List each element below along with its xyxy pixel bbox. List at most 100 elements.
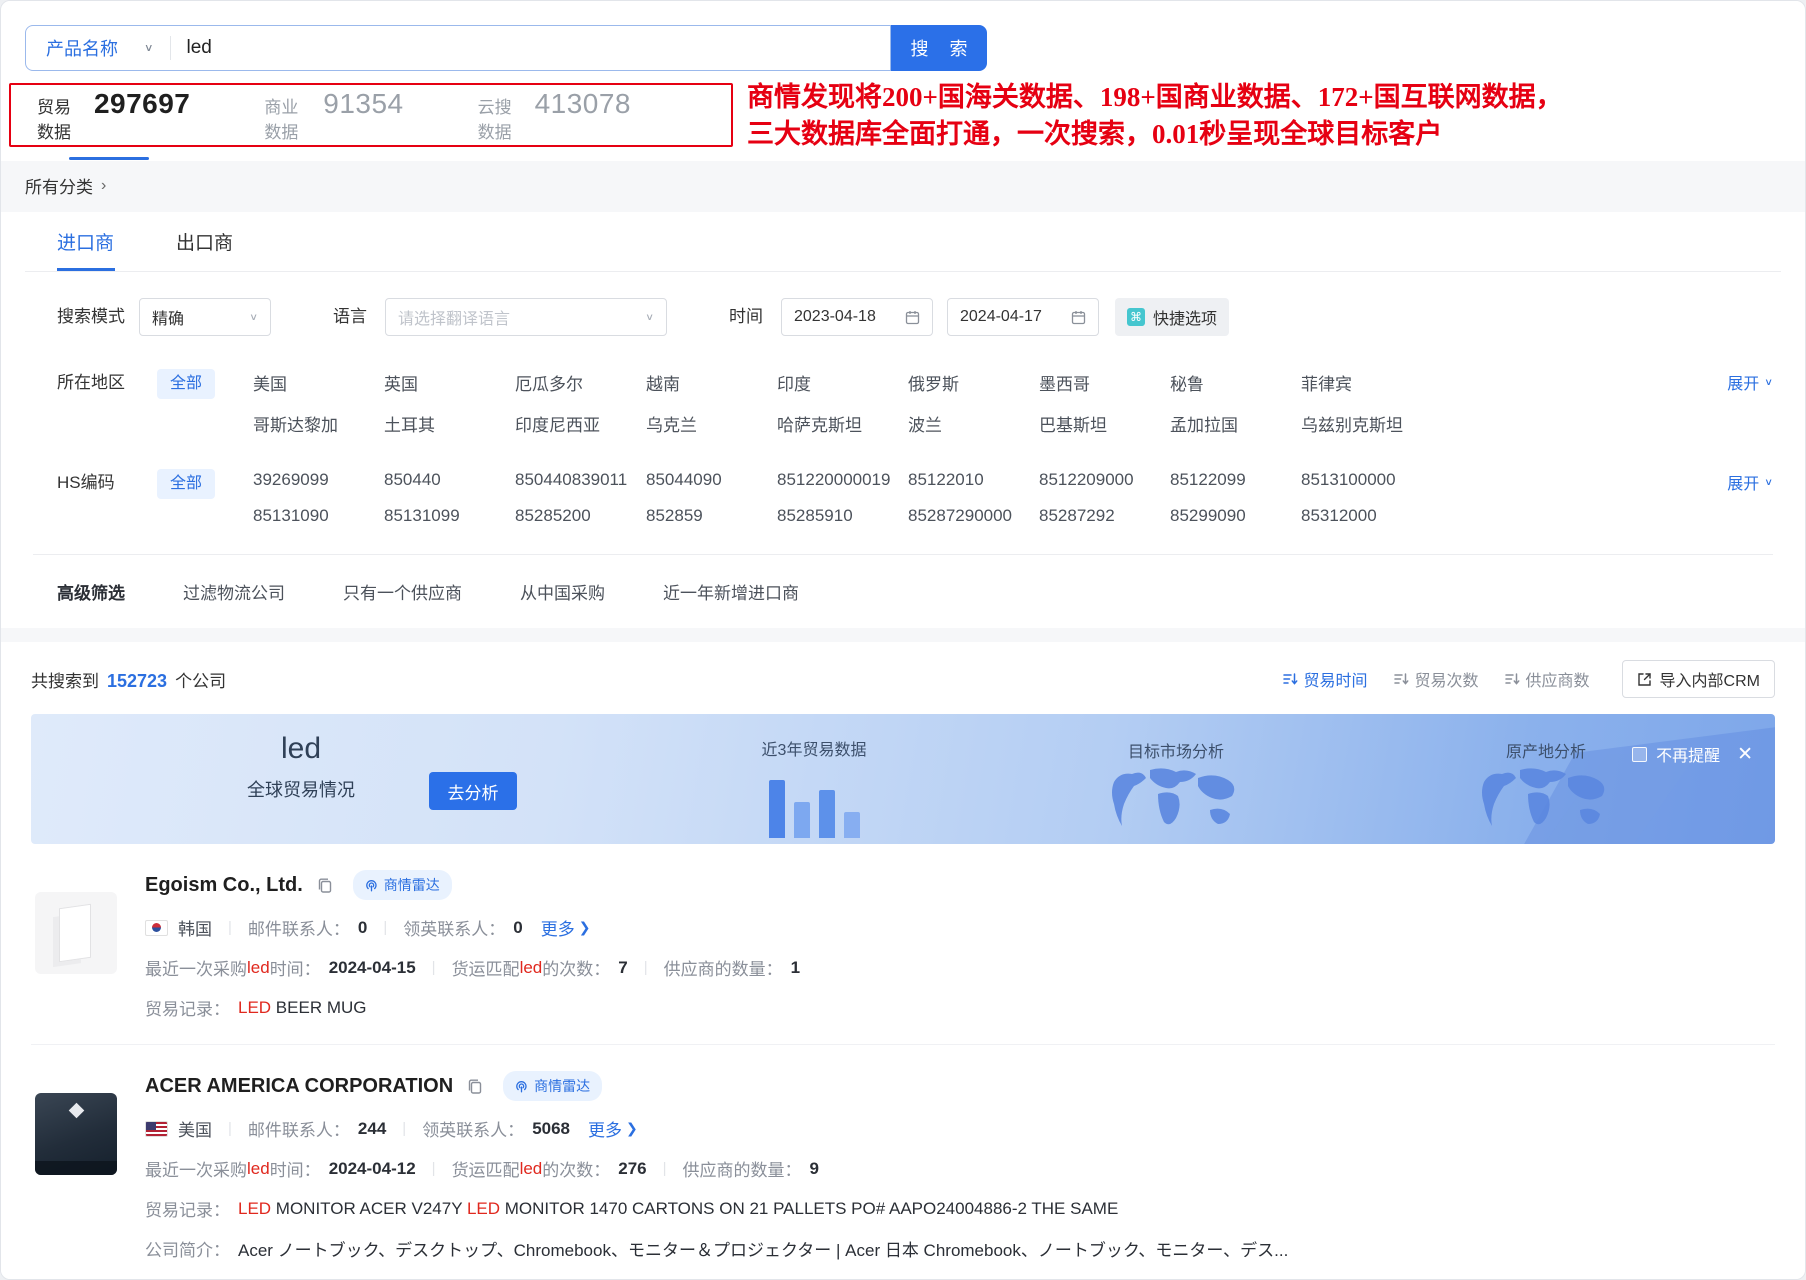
hs-code-option[interactable]: 85131090 [253, 506, 384, 526]
hs-expand-link[interactable]: 展开 ∨ [1727, 464, 1773, 494]
company-thumbnail[interactable] [35, 1093, 117, 1175]
hs-code-option[interactable]: 850440839011 [515, 470, 646, 490]
region-option[interactable]: 印度 [777, 370, 908, 395]
region-option[interactable]: 乌克兰 [646, 411, 777, 436]
divider: | [402, 1120, 406, 1137]
region-option[interactable]: 波兰 [908, 411, 1039, 436]
advanced-filter-option[interactable]: 从中国采购 [520, 579, 605, 604]
import-crm-button[interactable]: 导入内部CRM [1622, 660, 1775, 698]
hs-all-pill[interactable]: 全部 [157, 469, 215, 499]
company-name[interactable]: ACER AMERICA CORPORATION [145, 1075, 453, 1098]
hs-code-option[interactable]: 85299090 [1170, 506, 1301, 526]
region-option[interactable]: 土耳其 [384, 411, 515, 436]
search-mode-select[interactable]: 精确 ∨ [139, 298, 271, 336]
region-option[interactable]: 哥斯达黎加 [253, 411, 384, 436]
hs-code-option[interactable]: 85312000 [1301, 506, 1432, 526]
tab-cloud-search-data[interactable]: 云搜数据 413078 [478, 88, 631, 143]
region-option[interactable]: 墨西哥 [1039, 370, 1170, 395]
hs-code-option[interactable]: 85131099 [384, 506, 515, 526]
close-icon[interactable]: ✕ [1737, 745, 1753, 764]
hs-label: HS编码 [57, 464, 143, 502]
hs-code-option[interactable]: 85285910 [777, 506, 908, 526]
hs-code-option[interactable]: 85287292 [1039, 506, 1170, 526]
company-thumbnail[interactable] [35, 892, 117, 974]
hs-code-option[interactable]: 852859 [646, 506, 777, 526]
tab-business-data[interactable]: 商业数据 91354 [264, 88, 403, 143]
hs-code-option[interactable]: 85044090 [646, 470, 777, 490]
hs-code-option[interactable]: 85285200 [515, 506, 646, 526]
copy-icon[interactable] [317, 877, 333, 894]
banner-keyword-block: led 全球贸易情况 [201, 732, 401, 802]
copy-icon[interactable] [467, 1078, 483, 1095]
dismiss-checkbox[interactable] [1632, 747, 1647, 762]
radar-badge[interactable]: 商情雷达 [353, 870, 452, 900]
annotation-line1: 商情发现将200+国海关数据、198+国商业数据、172+国互联网数据， [747, 79, 1563, 116]
more-label: 更多 [541, 915, 575, 940]
region-option[interactable]: 越南 [646, 370, 777, 395]
region-option[interactable]: 印度尼西亚 [515, 411, 646, 436]
region-all-pill[interactable]: 全部 [157, 369, 215, 399]
date-start-picker[interactable]: 2023-04-18 [781, 298, 933, 336]
hs-code-option[interactable]: 85287290000 [908, 506, 1039, 526]
purchase-label-mid: 时间： [270, 955, 321, 980]
quick-options-button[interactable]: ⌘ 快捷选项 [1115, 298, 1229, 336]
radar-badge[interactable]: 商情雷达 [503, 1071, 602, 1101]
trade-bar [769, 780, 785, 838]
advanced-filter-option[interactable]: 近一年新增进口商 [663, 579, 799, 604]
region-option[interactable]: 哈萨克斯坦 [777, 411, 908, 436]
sort-supplier-count[interactable]: 供应商数 [1505, 667, 1590, 691]
sort-trade-count[interactable]: 贸易次数 [1394, 667, 1479, 691]
hs-code-option[interactable]: 85122010 [908, 470, 1039, 490]
hs-code-option[interactable]: 8513100000 [1301, 470, 1432, 490]
company-country: 韩国 [178, 915, 212, 940]
region-option[interactable]: 孟加拉国 [1170, 411, 1301, 436]
region-option[interactable]: 俄罗斯 [908, 370, 1039, 395]
hs-code-option[interactable]: 850440 [384, 470, 515, 490]
hs-code-option[interactable]: 851220000019 [777, 470, 908, 490]
language-label: 语言 [333, 298, 367, 336]
company-country: 美国 [178, 1116, 212, 1141]
analyze-button[interactable]: 去分析 [429, 772, 517, 810]
region-option[interactable]: 秘鲁 [1170, 370, 1301, 395]
purchase-label-pre: 最近一次采购 [145, 1156, 247, 1181]
trade-analysis-banner[interactable]: led 全球贸易情况 去分析 近3年贸易数据 目标市场分析 [31, 714, 1775, 844]
company-name[interactable]: Egoism Co., Ltd. [145, 874, 303, 897]
tab-trade-data[interactable]: 贸易数据 297697 [37, 88, 190, 143]
keyword-highlight: led [520, 958, 543, 978]
email-contacts-label: 邮件联系人： [248, 915, 350, 940]
more-link[interactable]: 更多 ❯ [588, 1116, 638, 1141]
hs-code-option[interactable]: 85122099 [1170, 470, 1301, 490]
annotation-line2: 三大数据库全面打通，一次搜索，0.01秒呈现全球目标客户 [747, 116, 1563, 153]
date-end-picker[interactable]: 2024-04-17 [947, 298, 1099, 336]
tab-importers[interactable]: 进口商 [57, 228, 114, 271]
dismiss-label: 不再提醒 [1656, 742, 1720, 766]
calendar-icon [1071, 310, 1086, 325]
search-button[interactable]: 搜 索 [891, 25, 987, 71]
export-icon [1637, 672, 1652, 687]
region-option[interactable]: 菲律宾 [1301, 370, 1432, 395]
more-label: 更多 [588, 1116, 622, 1141]
hs-code-option[interactable]: 8512209000 [1039, 470, 1170, 490]
region-expand-link[interactable]: 展开 ∨ [1727, 364, 1773, 394]
region-list: 美国英国厄瓜多尔越南印度俄罗斯墨西哥秘鲁菲律宾哥斯达黎加土耳其印度尼西亚乌克兰哈… [253, 364, 1432, 436]
breadcrumb-strip: 所有分类 › [1, 161, 1805, 212]
search-input[interactable] [171, 37, 890, 59]
hs-code-option[interactable]: 39269099 [253, 470, 384, 490]
language-select[interactable]: 请选择翻译语言 ∨ [385, 298, 667, 336]
divider: | [432, 959, 436, 976]
region-option[interactable]: 英国 [384, 370, 515, 395]
tab-exporters[interactable]: 出口商 [176, 228, 233, 271]
expand-label: 展开 [1727, 470, 1759, 494]
advanced-filter-option[interactable]: 高级筛选 [57, 579, 125, 604]
more-link[interactable]: 更多 ❯ [541, 915, 591, 940]
country-flag-icon [145, 920, 168, 936]
search-field-selector[interactable]: 产品名称 ∨ [26, 35, 170, 61]
sort-trade-time[interactable]: 贸易时间 [1283, 667, 1368, 691]
region-option[interactable]: 美国 [253, 370, 384, 395]
breadcrumb[interactable]: 所有分类 › [25, 173, 106, 198]
region-option[interactable]: 厄瓜多尔 [515, 370, 646, 395]
region-option[interactable]: 乌兹别克斯坦 [1301, 411, 1432, 436]
advanced-filter-option[interactable]: 只有一个供应商 [343, 579, 462, 604]
region-option[interactable]: 巴基斯坦 [1039, 411, 1170, 436]
advanced-filter-option[interactable]: 过滤物流公司 [183, 579, 285, 604]
